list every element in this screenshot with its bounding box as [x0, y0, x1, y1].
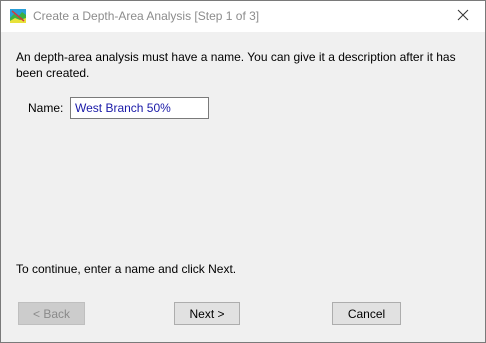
back-button[interactable]: < Back — [18, 302, 85, 325]
dialog-window: Create a Depth-Area Analysis [Step 1 of … — [0, 0, 486, 343]
description-text: An depth-area analysis must have a name.… — [16, 50, 456, 80]
cancel-button[interactable]: Cancel — [332, 302, 401, 325]
next-button[interactable]: Next > — [174, 302, 240, 325]
window-title: Create a Depth-Area Analysis [Step 1 of … — [33, 9, 260, 23]
name-input[interactable] — [70, 97, 209, 119]
close-button[interactable] — [441, 1, 485, 32]
close-icon — [457, 8, 469, 26]
dialog-content: An depth-area analysis must have a name.… — [1, 32, 485, 342]
title-bar: Create a Depth-Area Analysis [Step 1 of … — [1, 1, 485, 32]
map-icon — [10, 9, 26, 23]
name-label: Name: — [28, 101, 64, 115]
hint-text: To continue, enter a name and click Next… — [16, 262, 237, 276]
